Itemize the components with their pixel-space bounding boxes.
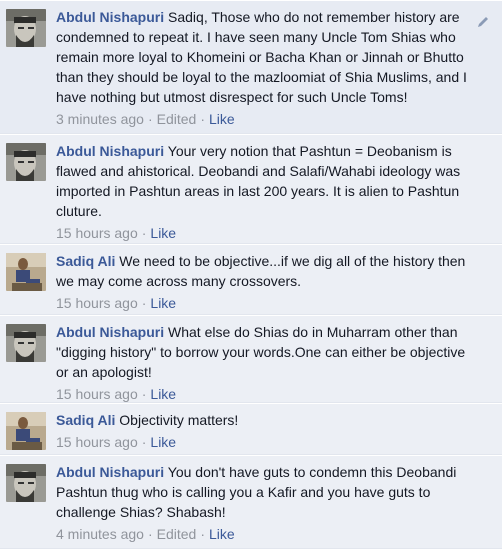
comment-author-link[interactable]: Sadiq Ali bbox=[56, 253, 115, 269]
comment: Sadiq Ali We need to be objective...if w… bbox=[0, 244, 502, 315]
comment: Abdul Nishapuri What else do Shias do in… bbox=[0, 315, 502, 403]
separator-dot: · bbox=[141, 225, 147, 241]
separator-dot: · bbox=[141, 295, 147, 311]
comment-timestamp[interactable]: 15 hours ago bbox=[56, 434, 138, 450]
edit-pencil-icon[interactable] bbox=[476, 15, 490, 29]
comment: Sadiq Ali Objectivity matters! 15 hours … bbox=[0, 403, 502, 455]
comment-text-block: Abdul Nishapuri What else do Shias do in… bbox=[56, 322, 496, 382]
comment-text: Objectivity matters! bbox=[119, 412, 239, 428]
comment-text: We need to be objective...if we dig all … bbox=[56, 253, 466, 289]
like-link[interactable]: Like bbox=[150, 225, 176, 241]
separator-dot: · bbox=[147, 111, 153, 127]
bearded-man-avatar-icon bbox=[6, 143, 46, 181]
avatar[interactable] bbox=[6, 324, 46, 362]
avatar[interactable] bbox=[6, 464, 46, 502]
comment-text-block: Abdul Nishapuri Sadiq, Those who do not … bbox=[56, 7, 496, 107]
like-link[interactable]: Like bbox=[209, 111, 235, 127]
avatar[interactable] bbox=[6, 9, 46, 47]
comment-timestamp[interactable]: 15 hours ago bbox=[56, 225, 138, 241]
bearded-man-avatar-icon bbox=[6, 324, 46, 362]
comment-meta: 15 hours ago · Like bbox=[56, 433, 496, 451]
comment-text-block: Abdul Nishapuri Your very notion that Pa… bbox=[56, 141, 496, 221]
avatar[interactable] bbox=[6, 412, 46, 450]
comment-text-block: Sadiq Ali We need to be objective...if w… bbox=[56, 251, 496, 291]
separator-dot: · bbox=[147, 526, 153, 542]
comment-meta: 4 minutes ago · Edited · Like bbox=[56, 525, 496, 543]
comment-author-link[interactable]: Abdul Nishapuri bbox=[56, 464, 164, 480]
comment-timestamp[interactable]: 15 hours ago bbox=[56, 386, 138, 402]
bearded-man-avatar-icon bbox=[6, 464, 46, 502]
comment-text-block: Sadiq Ali Objectivity matters! bbox=[56, 410, 496, 430]
seated-man-avatar-icon bbox=[6, 412, 46, 450]
separator-dot: · bbox=[141, 434, 147, 450]
comment-author-link[interactable]: Abdul Nishapuri bbox=[56, 324, 164, 340]
comment-meta: 15 hours ago · Like bbox=[56, 385, 496, 403]
separator-dot: · bbox=[200, 526, 205, 542]
like-link[interactable]: Like bbox=[209, 526, 235, 542]
comment-author-link[interactable]: Sadiq Ali bbox=[56, 412, 115, 428]
edited-label[interactable]: Edited bbox=[157, 526, 197, 542]
comment: Abdul Nishapuri You don't have guts to c… bbox=[0, 455, 502, 549]
comment-meta: 15 hours ago · Like bbox=[56, 224, 496, 242]
comment-timestamp[interactable]: 3 minutes ago bbox=[56, 111, 144, 127]
comment-author-link[interactable]: Abdul Nishapuri bbox=[56, 143, 164, 159]
separator-dot: · bbox=[141, 386, 147, 402]
seated-man-avatar-icon bbox=[6, 253, 46, 291]
bearded-man-avatar-icon bbox=[6, 9, 46, 47]
comment-meta: 3 minutes ago · Edited · Like bbox=[56, 110, 496, 128]
comment: Abdul Nishapuri Your very notion that Pa… bbox=[0, 134, 502, 244]
like-link[interactable]: Like bbox=[150, 295, 176, 311]
separator-dot: · bbox=[200, 111, 205, 127]
comment-text-block: Abdul Nishapuri You don't have guts to c… bbox=[56, 462, 496, 522]
comment-meta: 15 hours ago · Like bbox=[56, 294, 496, 312]
like-link[interactable]: Like bbox=[150, 386, 176, 402]
comment-timestamp[interactable]: 15 hours ago bbox=[56, 295, 138, 311]
edited-label[interactable]: Edited bbox=[157, 111, 197, 127]
comment-timestamp[interactable]: 4 minutes ago bbox=[56, 526, 144, 542]
avatar[interactable] bbox=[6, 143, 46, 181]
comment-thread: Abdul Nishapuri Sadiq, Those who do not … bbox=[0, 0, 502, 549]
comment: Abdul Nishapuri Sadiq, Those who do not … bbox=[0, 0, 502, 134]
comment-author-link[interactable]: Abdul Nishapuri bbox=[56, 9, 164, 25]
avatar[interactable] bbox=[6, 253, 46, 291]
like-link[interactable]: Like bbox=[150, 434, 176, 450]
